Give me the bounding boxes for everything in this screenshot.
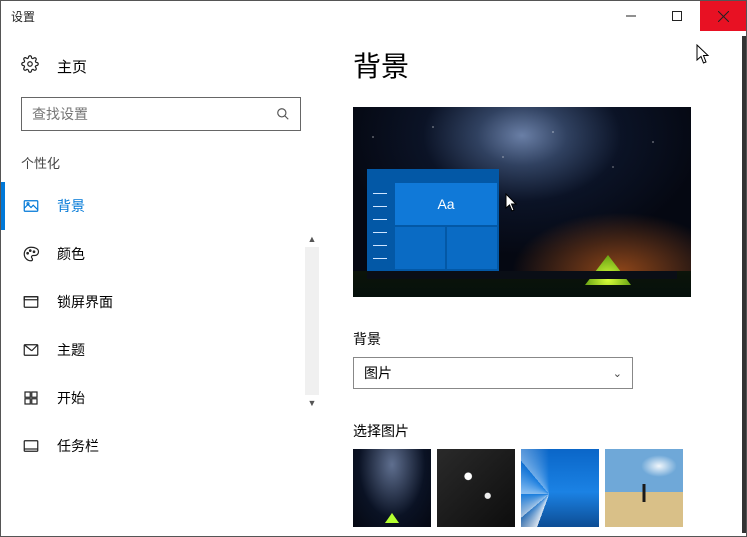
preview-tent xyxy=(585,255,631,285)
choose-picture-label: 选择图片 xyxy=(353,421,716,441)
chevron-down-icon: ⌄ xyxy=(613,367,622,380)
nav-label: 锁屏界面 xyxy=(57,292,113,312)
settings-window: 设置 主页 个性化 xyxy=(0,0,747,537)
nav-label: 主题 xyxy=(57,340,85,360)
gear-icon xyxy=(21,55,41,77)
nav-start[interactable]: 开始 xyxy=(1,374,321,422)
nav-label: 任务栏 xyxy=(57,436,99,456)
background-preview: Aa xyxy=(353,107,691,297)
search-icon xyxy=(266,107,300,121)
section-label: 个性化 xyxy=(1,153,321,182)
thumbnail-3[interactable] xyxy=(521,449,599,527)
page-title: 背景 xyxy=(353,45,716,85)
home-button[interactable]: 主页 xyxy=(1,47,321,85)
titlebar: 设置 xyxy=(1,1,746,31)
nav-background[interactable]: 背景 xyxy=(1,182,321,230)
scroll-down-icon[interactable]: ▼ xyxy=(305,395,319,411)
nav-taskbar[interactable]: 任务栏 xyxy=(1,422,321,470)
search-input[interactable] xyxy=(21,97,301,131)
start-icon xyxy=(21,389,41,407)
preview-cursor-icon xyxy=(505,193,519,213)
nav-label: 背景 xyxy=(57,196,85,216)
scroll-up-icon[interactable]: ▲ xyxy=(305,231,319,247)
nav-colors[interactable]: 颜色 xyxy=(1,230,321,278)
preview-taskbar xyxy=(367,271,677,279)
home-label: 主页 xyxy=(57,56,87,77)
sidebar: 主页 个性化 背景 颜色 xyxy=(1,31,321,536)
palette-icon xyxy=(21,245,41,263)
picture-icon xyxy=(21,197,41,215)
thumbnail-1[interactable] xyxy=(353,449,431,527)
thumbnail-2[interactable] xyxy=(437,449,515,527)
lockscreen-icon xyxy=(21,293,41,311)
minimize-button[interactable] xyxy=(608,1,654,31)
search-field[interactable] xyxy=(22,106,266,122)
content-area: 背景 Aa xyxy=(321,31,746,536)
maximize-button[interactable] xyxy=(654,1,700,31)
nav-lockscreen[interactable]: 锁屏界面 xyxy=(1,278,321,326)
sidebar-scrollbar[interactable]: ▲ ▼ xyxy=(305,231,319,411)
background-type-dropdown[interactable]: 图片 ⌄ xyxy=(353,357,633,389)
thumbnail-4[interactable] xyxy=(605,449,683,527)
theme-icon xyxy=(21,341,41,359)
window-scrollbar[interactable] xyxy=(742,36,746,533)
preview-tile-aa: Aa xyxy=(395,183,497,225)
background-type-label: 背景 xyxy=(353,329,716,349)
nav-themes[interactable]: 主题 xyxy=(1,326,321,374)
close-button[interactable] xyxy=(700,1,746,31)
dropdown-value: 图片 xyxy=(364,363,392,383)
window-title: 设置 xyxy=(1,8,608,25)
nav-label: 颜色 xyxy=(57,244,85,264)
nav-label: 开始 xyxy=(57,388,85,408)
picture-thumbnails xyxy=(353,449,716,527)
preview-start-menu: Aa xyxy=(367,169,499,271)
mouse-cursor-icon xyxy=(696,44,712,66)
taskbar-icon xyxy=(21,437,41,455)
scroll-track[interactable] xyxy=(305,247,319,395)
